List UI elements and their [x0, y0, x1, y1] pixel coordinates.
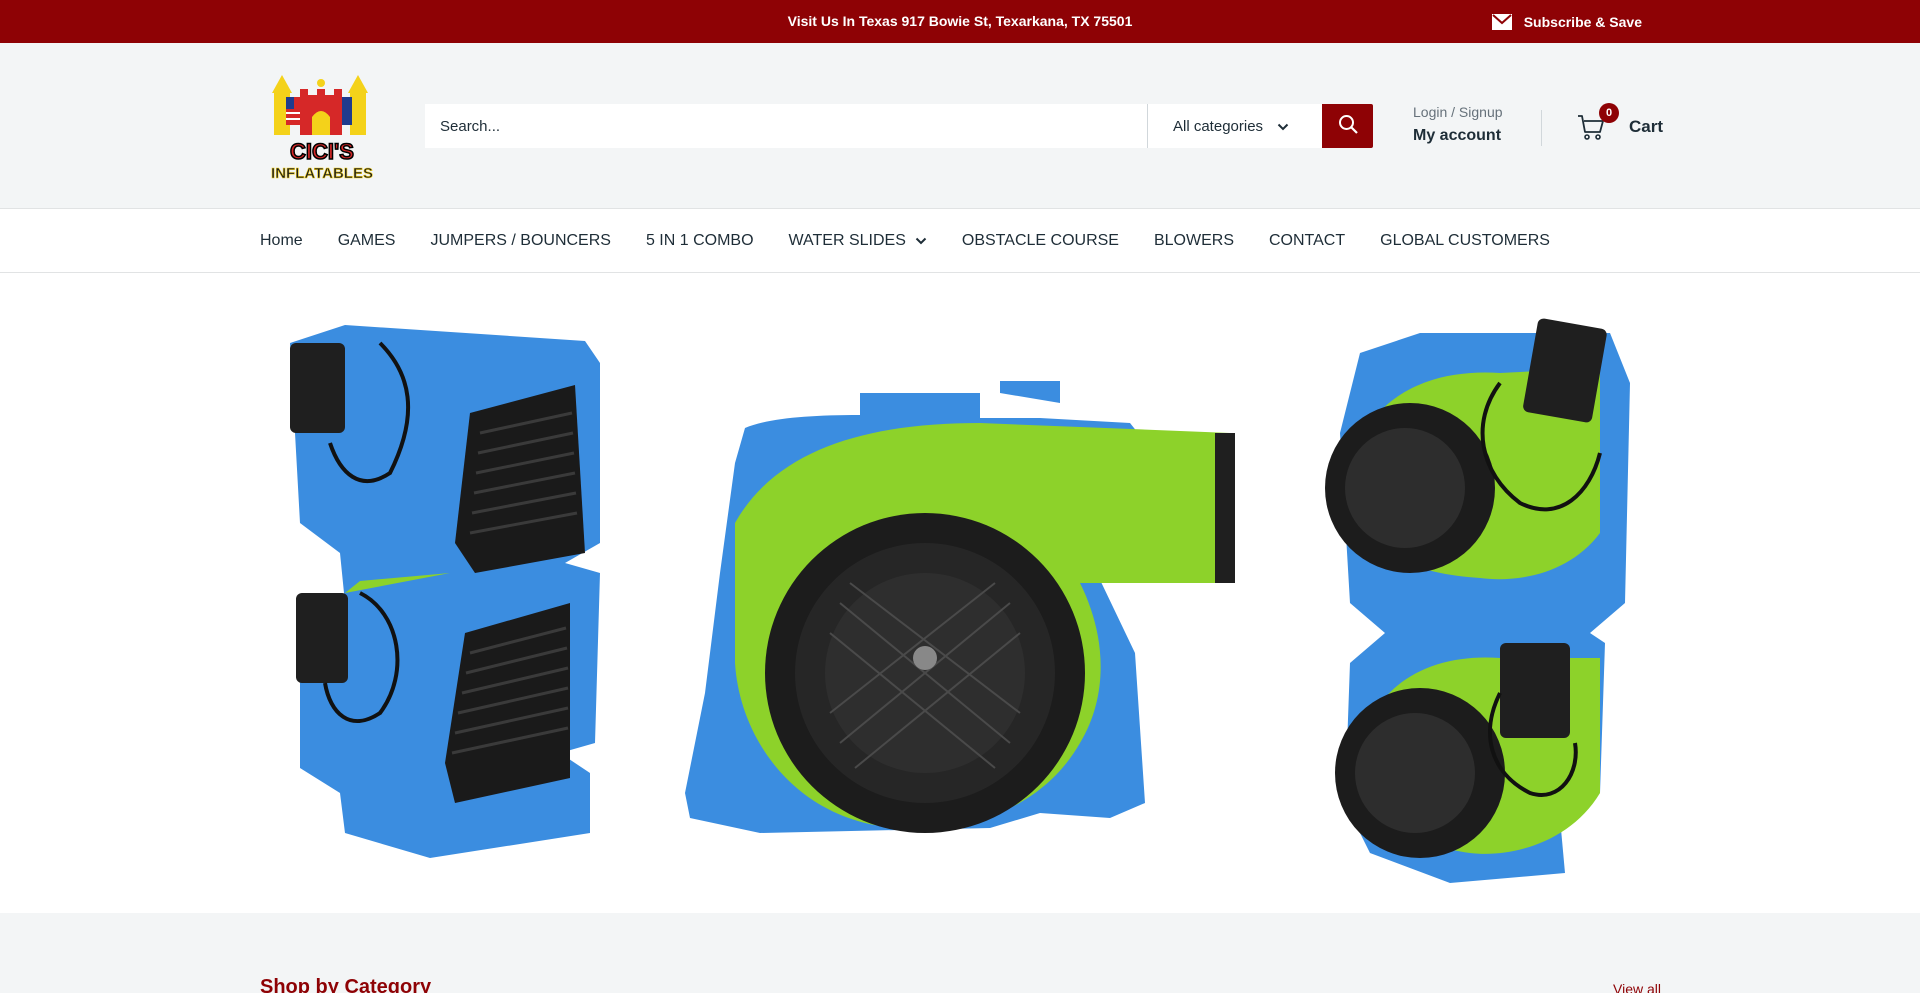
search-button[interactable]	[1322, 104, 1373, 148]
announcement-bar: Visit Us In Texas 917 Bowie St, Texarkan…	[0, 0, 1920, 43]
search-icon	[1338, 114, 1358, 139]
main-nav: Home GAMES JUMPERS / BOUNCERS 5 IN 1 COM…	[0, 208, 1920, 273]
blower-center-image	[685, 381, 1235, 833]
cart-label: Cart	[1629, 117, 1664, 136]
nav-item-label: Home	[260, 231, 303, 249]
site-header: CICI'S INFLATABLES All categories Login …	[0, 43, 1920, 208]
search-form: All categories	[425, 104, 1373, 148]
nav-item-games[interactable]: GAMES	[338, 232, 396, 250]
nav-item-water-slides[interactable]: WATER SLIDES	[789, 232, 927, 250]
header-divider	[1541, 110, 1542, 146]
category-select-value: All categories	[1173, 117, 1264, 135]
cart-icon: 0	[1577, 103, 1619, 141]
nav-item-label: OBSTACLE COURSE	[961, 231, 1119, 249]
login-signup-link[interactable]: Login / Signup	[1413, 103, 1503, 121]
subscribe-label: Subscribe & Save	[1523, 13, 1642, 30]
my-account-link[interactable]: My account	[1413, 125, 1503, 147]
cart-count-badge: 0	[1599, 103, 1619, 123]
nav-item-label: JUMPERS / BOUNCERS	[430, 231, 611, 249]
nav-item-5-in-1-combo[interactable]: 5 IN 1 COMBO	[646, 232, 754, 250]
nav-item-label: GLOBAL CUSTOMERS	[1380, 231, 1550, 249]
chevron-down-icon	[915, 232, 927, 250]
cart-link[interactable]: 0 Cart	[1577, 103, 1664, 141]
nav-item-obstacle-course[interactable]: OBSTACLE COURSE	[962, 232, 1119, 250]
envelope-icon	[1491, 13, 1512, 30]
hero-banner[interactable]	[0, 273, 1920, 913]
blower-right-image	[1325, 318, 1630, 883]
logo-text-top: CICI'S	[290, 139, 354, 164]
category-select[interactable]: All categories	[1148, 104, 1322, 148]
nav-item-label: CONTACT	[1268, 231, 1346, 249]
nav-item-jumpers-bouncers[interactable]: JUMPERS / BOUNCERS	[430, 232, 610, 250]
subscribe-link[interactable]: Subscribe & Save	[1491, 0, 1642, 43]
nav-item-label: 5 IN 1 COMBO	[645, 231, 754, 249]
nav-item-blowers[interactable]: BLOWERS	[1154, 232, 1234, 250]
section-title: Shop by Category	[260, 976, 432, 993]
chevron-down-icon	[1277, 118, 1289, 135]
shop-by-category-section: Shop by Category View all	[0, 913, 1920, 993]
nav-item-label: WATER SLIDES	[788, 231, 906, 249]
search-input[interactable]	[425, 104, 1148, 148]
nav-item-global-customers[interactable]: GLOBAL CUSTOMERS	[1380, 232, 1550, 250]
nav-item-label: BLOWERS	[1153, 231, 1234, 249]
account-links: Login / Signup My account	[1413, 103, 1503, 147]
blower-left-image	[290, 325, 600, 858]
site-logo[interactable]: CICI'S INFLATABLES	[260, 69, 384, 185]
nav-item-label: GAMES	[337, 231, 396, 249]
hero-image	[290, 318, 1630, 883]
nav-item-contact[interactable]: CONTACT	[1269, 232, 1345, 250]
view-all-link[interactable]: View all	[1613, 981, 1661, 993]
logo-text-bottom: INFLATABLES	[271, 165, 373, 182]
nav-item-home[interactable]: Home	[260, 232, 303, 250]
